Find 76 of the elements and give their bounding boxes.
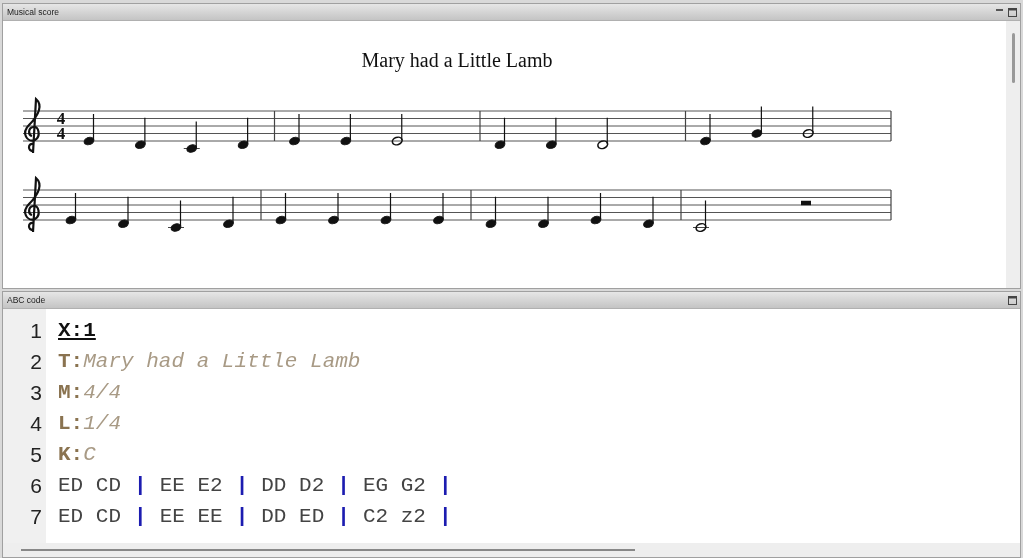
vertical-scrollbar[interactable] bbox=[1006, 21, 1020, 288]
quarter-note bbox=[546, 117, 557, 150]
quarter-note bbox=[380, 192, 392, 225]
quarter-note bbox=[289, 113, 300, 146]
treble-clef-icon bbox=[24, 176, 41, 234]
field-key: M: bbox=[58, 377, 84, 408]
quarter-note bbox=[183, 120, 201, 153]
quarter-note bbox=[643, 196, 654, 229]
quarter-note bbox=[275, 192, 287, 225]
bar-line bbox=[479, 110, 481, 142]
code-text: DD ED bbox=[261, 504, 325, 530]
line-number: 3 bbox=[30, 380, 42, 406]
quarter-note bbox=[237, 117, 249, 150]
bar-line bbox=[680, 189, 682, 221]
bar-line bbox=[470, 189, 472, 221]
bar-separator: | bbox=[337, 473, 350, 499]
bar-separator: | bbox=[438, 504, 452, 530]
bar-separator: | bbox=[235, 504, 249, 530]
field-value: 1/4 bbox=[83, 411, 122, 437]
line-number: 7 bbox=[30, 504, 42, 530]
field-value: 4/4 bbox=[83, 380, 122, 406]
maximize-icon[interactable] bbox=[1008, 7, 1017, 17]
line-number: 5 bbox=[30, 442, 42, 468]
quarter-note bbox=[538, 196, 549, 229]
quarter-note bbox=[135, 117, 146, 150]
bar-separator: | bbox=[337, 504, 350, 530]
rest-icon bbox=[801, 200, 811, 206]
half-note bbox=[597, 117, 609, 150]
bar-line bbox=[260, 189, 262, 221]
code-text: DD D2 bbox=[261, 473, 325, 499]
quarter-note bbox=[118, 196, 129, 229]
quarter-note bbox=[700, 113, 711, 146]
quarter-note bbox=[590, 192, 602, 225]
code-text: EE EE bbox=[159, 504, 223, 530]
horizontal-scrollbar[interactable] bbox=[3, 543, 1020, 557]
maximize-icon[interactable] bbox=[1008, 295, 1017, 305]
panel-title: Musical score bbox=[7, 5, 59, 19]
quarter-note bbox=[433, 192, 444, 225]
quarter-note bbox=[167, 199, 185, 232]
bar-line bbox=[684, 110, 687, 142]
code-text: EG G2 bbox=[362, 473, 426, 499]
quarter-note bbox=[485, 196, 497, 229]
bar-separator: | bbox=[235, 473, 249, 499]
bar-line bbox=[890, 110, 892, 142]
code-text: EE E2 bbox=[159, 473, 223, 499]
line-number: 2 bbox=[30, 349, 42, 375]
bar-line bbox=[273, 110, 276, 142]
code-text: C2 z2 bbox=[362, 504, 426, 530]
bar-line bbox=[890, 189, 892, 221]
half-note bbox=[692, 199, 710, 233]
field-value: C bbox=[83, 442, 96, 468]
half-note bbox=[391, 113, 403, 146]
field-key: L: bbox=[58, 408, 84, 439]
code-text: ED CD bbox=[58, 504, 121, 530]
line-number: 1 bbox=[30, 318, 42, 344]
quarter-note bbox=[751, 105, 763, 138]
treble-clef-icon bbox=[24, 97, 41, 155]
quarter-note bbox=[340, 113, 352, 146]
code-text: X:1 bbox=[58, 318, 96, 344]
bar-separator: | bbox=[134, 504, 147, 530]
quarter-note bbox=[65, 192, 77, 225]
field-value: Mary had a Little Lamb bbox=[83, 349, 361, 375]
quarter-note bbox=[83, 113, 95, 146]
half-note bbox=[802, 105, 814, 139]
line-number: 6 bbox=[30, 473, 42, 499]
bar-separator: | bbox=[134, 473, 147, 499]
tune-title: Mary had a Little Lamb bbox=[361, 48, 553, 74]
quarter-note bbox=[223, 196, 234, 229]
panel-title: ABC code bbox=[7, 293, 46, 307]
code-text: ED CD bbox=[58, 473, 121, 499]
quarter-note bbox=[328, 192, 339, 225]
bar-separator: | bbox=[438, 473, 452, 499]
line-number: 4 bbox=[30, 411, 42, 437]
field-key: T: bbox=[58, 346, 84, 377]
field-key: K: bbox=[58, 439, 84, 470]
quarter-note bbox=[494, 117, 506, 150]
